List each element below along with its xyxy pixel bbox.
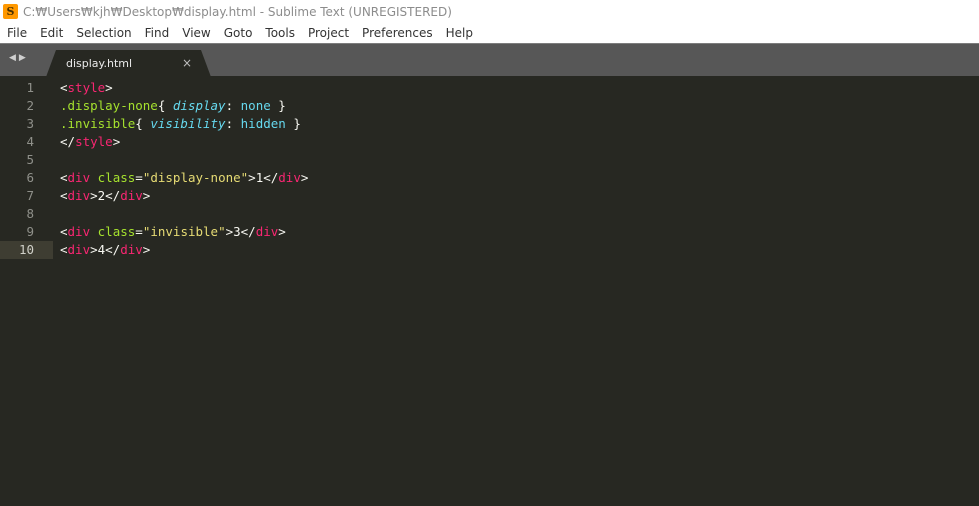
code-text: <div class="invisible">3</div> [60,223,286,241]
tab-bar: ◀▶ display.html × [0,43,979,77]
code-token: div [67,224,91,239]
code-token: { [135,116,151,131]
tab-display-html[interactable]: display.html × [46,50,211,77]
code-text: .display-none{ display: none } [60,97,286,115]
code-token: > [105,80,113,95]
code-token: .display-none [60,98,158,113]
code-token: >3</ [225,224,256,239]
tab-nav-arrows-icon[interactable]: ◀▶ [9,53,29,63]
code-token: div [67,188,91,203]
menu-project[interactable]: Project [301,26,355,40]
code-token: class [97,170,136,185]
code-line[interactable]: 9 <div class="invisible">3</div> [0,223,979,241]
code-editor[interactable]: 1 <style> 2 .display-none{ display: none } 3… [0,76,979,506]
code-token: < [60,224,68,239]
code-token: > [300,170,309,185]
line-number: 9 [26,224,34,239]
menu-edit[interactable]: Edit [33,26,69,40]
code-token: visibility [150,116,226,131]
code-token: < [60,188,68,203]
code-token: div [67,242,91,257]
title-bar: S C:₩Users₩kjh₩Desktop₩display.html - Su… [0,0,979,23]
code-token: style [67,80,106,95]
line-number: 5 [26,152,34,167]
code-token: div [278,170,301,185]
sublime-text-icon: S [3,4,18,19]
code-line[interactable]: 3 .invisible{ visibility: hidden } [0,115,979,133]
menu-file[interactable]: File [0,26,33,40]
code-token: >4</ [90,242,121,257]
code-token: .invisible [60,116,136,131]
code-token: > [142,188,151,203]
code-token: "display-none" [142,170,249,185]
code-line[interactable]: 10 <div>4</div> [0,241,979,259]
menu-help[interactable]: Help [439,26,479,40]
tab-label: display.html [66,57,133,70]
code-token: hidden [240,116,286,131]
code-text: .invisible{ visibility: hidden } [60,115,301,133]
code-token: none [240,98,271,113]
line-number: 8 [26,206,34,221]
code-token: style [75,134,113,149]
menu-preferences[interactable]: Preferences [355,26,439,40]
code-token: : [225,98,241,113]
code-line[interactable]: 8 [0,205,979,223]
code-text: <div>4</div> [60,241,150,259]
code-token: "invisible" [142,224,226,239]
menu-find[interactable]: Find [138,26,176,40]
code-token: < [60,80,68,95]
code-token: >1</ [248,170,279,185]
code-token: = [135,170,143,185]
line-number: 1 [26,80,34,95]
code-text: <div>2</div> [60,187,150,205]
menu-view[interactable]: View [175,26,216,40]
code-line[interactable]: 6 <div class="display-none">1</div> [0,169,979,187]
code-token: > [142,242,151,257]
code-token: > [278,224,286,239]
code-text: </style> [60,133,120,151]
code-text: <style> [60,79,113,97]
code-token: } [285,116,301,131]
code-token: div [120,242,143,257]
code-token: = [135,224,143,239]
tab-close-icon[interactable]: × [182,56,192,70]
line-number: 4 [26,134,34,149]
code-token: < [60,170,68,185]
code-token: >2</ [90,188,121,203]
code-line[interactable]: 2 .display-none{ display: none } [0,97,979,115]
line-number: 2 [26,98,34,113]
menu-goto[interactable]: Goto [217,26,259,40]
window-title: C:₩Users₩kjh₩Desktop₩display.html - Subl… [23,4,452,19]
code-token: class [97,224,136,239]
line-number: 10 [18,242,34,257]
code-token: > [112,134,121,149]
code-token: div [120,188,143,203]
code-line[interactable]: 1 <style> [0,79,979,97]
code-text: <div class="display-none">1</div> [60,169,308,187]
line-number: 3 [26,116,34,131]
code-token: div [67,170,91,185]
code-token: < [60,242,68,257]
menu-bar: File Edit Selection Find View Goto Tools… [0,23,979,43]
line-number: 7 [26,188,34,203]
code-token: display [172,98,226,113]
code-line[interactable]: 5 [0,151,979,169]
code-token: : [225,116,241,131]
code-line[interactable]: 4 </style> [0,133,979,151]
line-number: 6 [26,170,34,185]
code-token: </ [60,134,76,149]
code-token: { [157,98,173,113]
menu-selection[interactable]: Selection [69,26,137,40]
code-token: div [255,224,279,239]
code-line[interactable]: 7 <div>2</div> [0,187,979,205]
code-token: } [270,98,286,113]
menu-tools[interactable]: Tools [258,26,301,40]
